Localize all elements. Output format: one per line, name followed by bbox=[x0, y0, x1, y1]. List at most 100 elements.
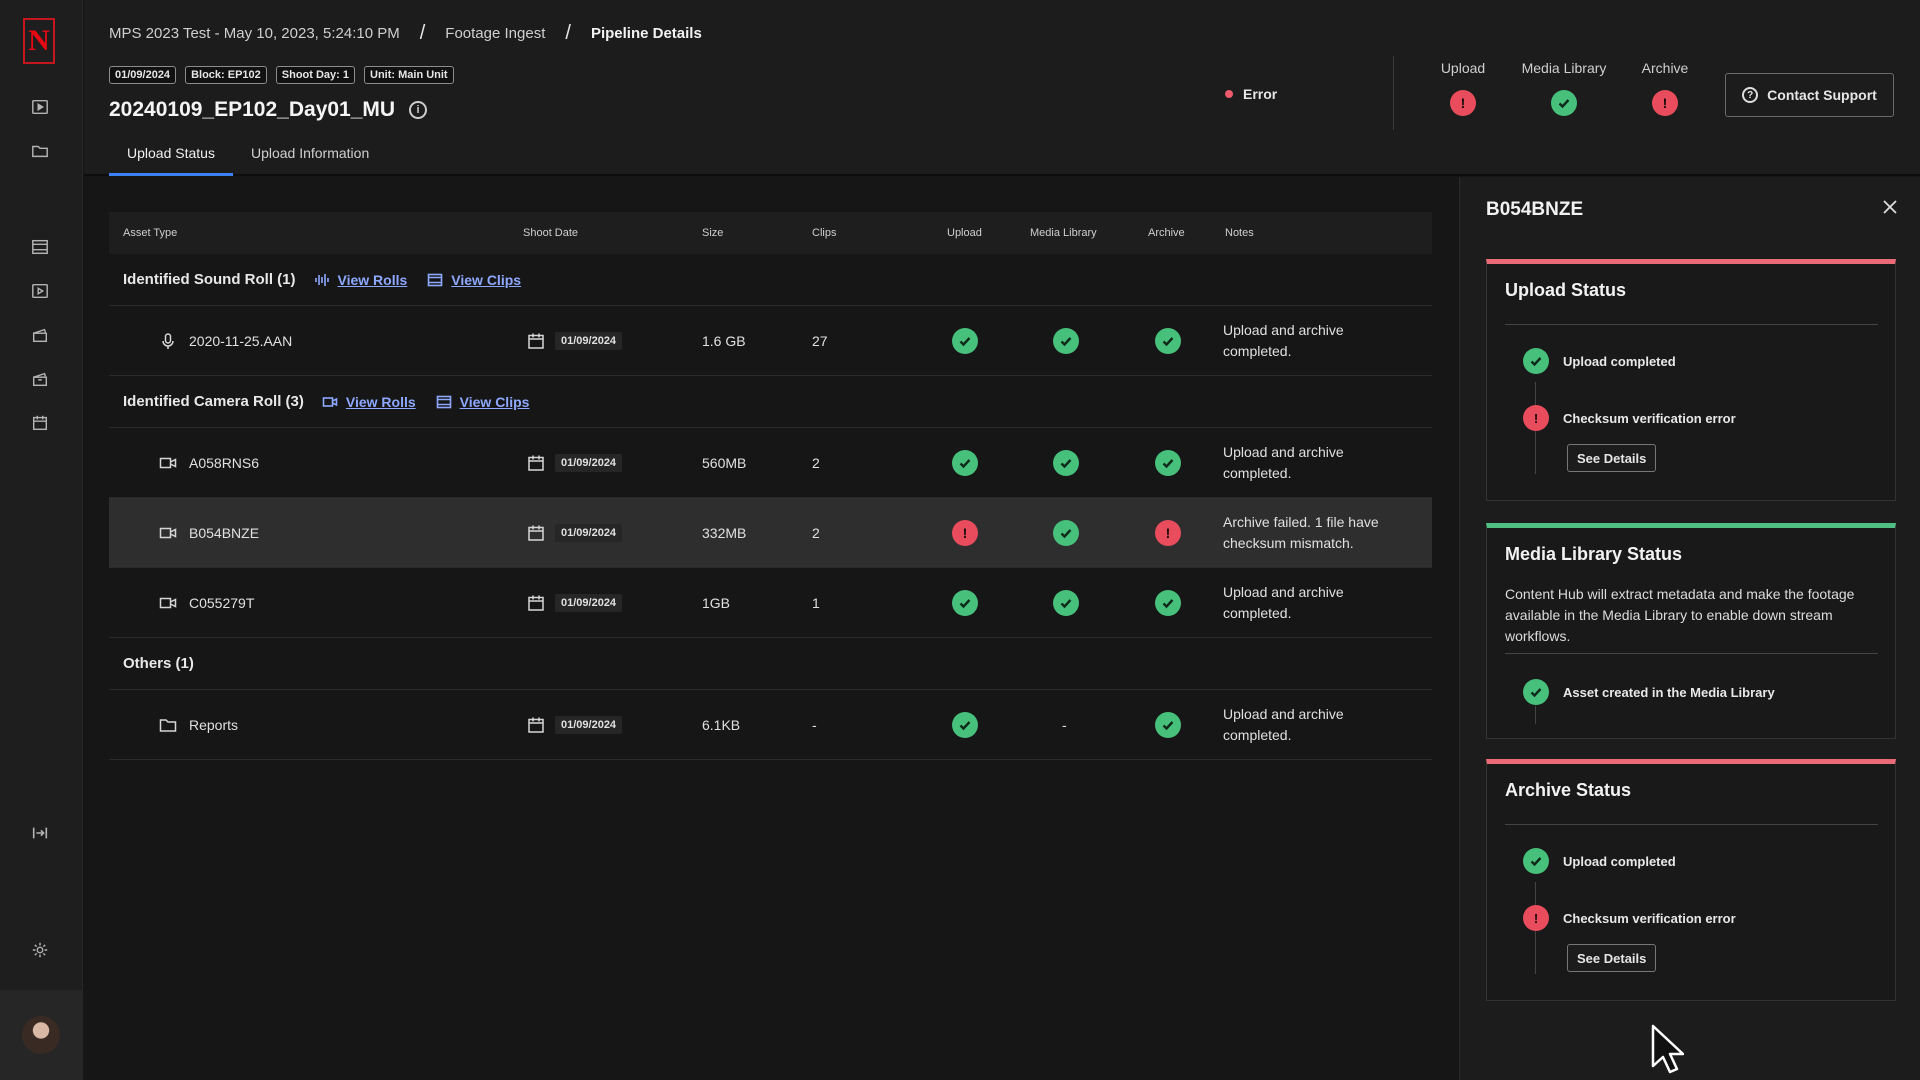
calendar-nav-icon[interactable] bbox=[29, 412, 51, 434]
header-divider bbox=[1393, 56, 1394, 130]
contact-support-button[interactable]: ? Contact Support bbox=[1725, 73, 1894, 117]
group-title: Others (1) bbox=[123, 655, 194, 672]
item-label: Checksum verification error bbox=[1563, 910, 1736, 926]
play-icon[interactable] bbox=[29, 96, 51, 118]
archive-check-icon bbox=[1155, 449, 1181, 476]
breadcrumb-project[interactable]: MPS 2023 Test - May 10, 2023, 5:24:10 PM bbox=[109, 25, 400, 42]
asset-name: A058RNS6 bbox=[189, 454, 260, 471]
upload-status-label: Upload bbox=[1440, 60, 1486, 76]
item-label: Checksum verification error bbox=[1563, 410, 1736, 426]
film-strip-icon[interactable] bbox=[29, 236, 51, 258]
media-library-status-card: Media Library Status Content Hub will ex… bbox=[1486, 523, 1896, 739]
clapper-alt-icon[interactable] bbox=[29, 368, 51, 390]
clip-count: 2 bbox=[812, 524, 820, 541]
user-avatar[interactable] bbox=[22, 1016, 60, 1054]
timeline-item: Upload completed bbox=[1523, 348, 1676, 374]
view-clips-link[interactable]: View Clips bbox=[436, 393, 530, 410]
view-rolls-link[interactable]: View Rolls bbox=[314, 271, 408, 288]
breadcrumb-footage-ingest[interactable]: Footage Ingest bbox=[445, 25, 545, 42]
archive-check-icon bbox=[1155, 327, 1181, 354]
col-notes: Notes bbox=[1225, 227, 1254, 239]
settings-gear-icon[interactable] bbox=[29, 939, 51, 961]
media-play-icon[interactable] bbox=[29, 280, 51, 302]
clapper-icon[interactable] bbox=[29, 324, 51, 346]
check-icon bbox=[1523, 848, 1549, 874]
calendar-icon bbox=[528, 525, 544, 541]
error-icon: ! bbox=[1523, 405, 1549, 431]
row-notes: Archive failed. 1 file have checksum mis… bbox=[1223, 513, 1379, 551]
media-check-icon bbox=[1053, 327, 1079, 354]
table-row[interactable]: A058RNS6 01/09/2024 560MB 2 Upload and a… bbox=[109, 428, 1432, 498]
breadcrumb-separator: / bbox=[565, 22, 571, 44]
upload-check-icon bbox=[952, 589, 978, 616]
col-media-library: Media Library bbox=[1030, 227, 1097, 239]
check-icon bbox=[1523, 348, 1549, 374]
divider bbox=[1505, 324, 1878, 325]
video-camera-icon bbox=[159, 597, 177, 608]
folder-icon bbox=[159, 718, 177, 732]
page-title-row: 20240109_EP102_Day01_MU i bbox=[109, 98, 428, 122]
asset-name: Reports bbox=[189, 716, 239, 733]
asset-size: 6.1KB bbox=[702, 716, 741, 733]
col-asset-type: Asset Type bbox=[123, 227, 178, 239]
clip-count: 1 bbox=[812, 594, 820, 611]
clip-count: - bbox=[812, 716, 817, 733]
block-tag: Block: EP102 bbox=[185, 66, 267, 84]
divider bbox=[1505, 653, 1878, 654]
timeline-item: Upload completed bbox=[1523, 848, 1676, 874]
asset-name: 2020-11-25.AAN bbox=[189, 332, 293, 349]
table-row[interactable]: Reports 01/09/2024 6.1KB - - Upload and … bbox=[109, 690, 1432, 760]
col-size: Size bbox=[702, 227, 724, 239]
error-icon: ! bbox=[1652, 90, 1678, 116]
view-clips-link[interactable]: View Clips bbox=[427, 272, 521, 288]
divider bbox=[1505, 824, 1878, 825]
calendar-icon bbox=[528, 333, 544, 349]
asset-size: 560MB bbox=[702, 454, 747, 471]
asset-table: Asset Type Shoot Date Size Clips Upload … bbox=[109, 212, 1432, 760]
tab-bar: Upload Status Upload Information bbox=[109, 135, 387, 176]
shoot-date: 01/09/2024 bbox=[555, 523, 623, 542]
table-row[interactable]: C055279T 01/09/2024 1GB 1 Upload and arc… bbox=[109, 568, 1432, 638]
shoot-date: 01/09/2024 bbox=[555, 331, 623, 350]
folder-nav-icon[interactable] bbox=[29, 140, 51, 162]
waveform-icon bbox=[314, 273, 329, 286]
media-library-status-label: Media Library bbox=[1521, 60, 1607, 76]
view-clips-label: View Clips bbox=[459, 393, 530, 410]
view-rolls-link[interactable]: View Rolls bbox=[322, 394, 416, 410]
unit-tag: Unit: Main Unit bbox=[364, 66, 454, 84]
table-row-selected[interactable]: B054BNZE 01/09/2024 332MB 2 ! ! Archive … bbox=[109, 498, 1432, 568]
view-rolls-label: View Rolls bbox=[337, 271, 408, 288]
breadcrumb-separator: / bbox=[419, 22, 426, 44]
microphone-icon bbox=[162, 332, 174, 349]
panel-title: B054BNZE bbox=[1486, 199, 1584, 220]
breadcrumb: MPS 2023 Test - May 10, 2023, 5:24:10 PM… bbox=[109, 22, 702, 45]
card-description: Content Hub will extract metadata and ma… bbox=[1505, 586, 1855, 644]
col-upload: Upload bbox=[947, 227, 982, 239]
media-check-icon bbox=[1053, 519, 1079, 546]
see-details-button[interactable]: See Details bbox=[1567, 444, 1657, 472]
col-shoot-date: Shoot Date bbox=[523, 227, 579, 239]
table-row[interactable]: 2020-11-25.AAN 01/09/2024 1.6 GB 27 Uplo… bbox=[109, 306, 1432, 376]
page-title: 20240109_EP102_Day01_MU bbox=[109, 98, 396, 121]
upload-check-icon bbox=[952, 449, 978, 476]
left-nav-rail: N bbox=[0, 0, 83, 1080]
video-camera-link-icon bbox=[322, 396, 338, 407]
shoot-date: 01/09/2024 bbox=[555, 593, 623, 612]
close-icon[interactable] bbox=[1880, 197, 1900, 217]
tab-upload-information[interactable]: Upload Information bbox=[233, 135, 387, 176]
media-library-empty: - bbox=[1062, 716, 1067, 733]
col-clips: Clips bbox=[812, 227, 837, 239]
asset-size: 1.6 GB bbox=[702, 332, 746, 349]
mouse-cursor-icon bbox=[1651, 1024, 1684, 1074]
asset-size: 332MB bbox=[702, 524, 747, 541]
info-icon[interactable]: i bbox=[409, 101, 428, 119]
asset-detail-panel: B054BNZE Upload Status Upload completed … bbox=[1459, 177, 1920, 1080]
netflix-logo[interactable]: N bbox=[23, 18, 55, 64]
tab-upload-status[interactable]: Upload Status bbox=[109, 135, 233, 176]
asset-name: C055279T bbox=[189, 594, 255, 611]
calendar-icon bbox=[528, 455, 544, 471]
archive-error-icon: ! bbox=[1155, 519, 1181, 546]
check-icon bbox=[1551, 90, 1577, 116]
collapse-sidebar-icon[interactable] bbox=[29, 822, 51, 844]
see-details-button[interactable]: See Details bbox=[1567, 944, 1657, 972]
